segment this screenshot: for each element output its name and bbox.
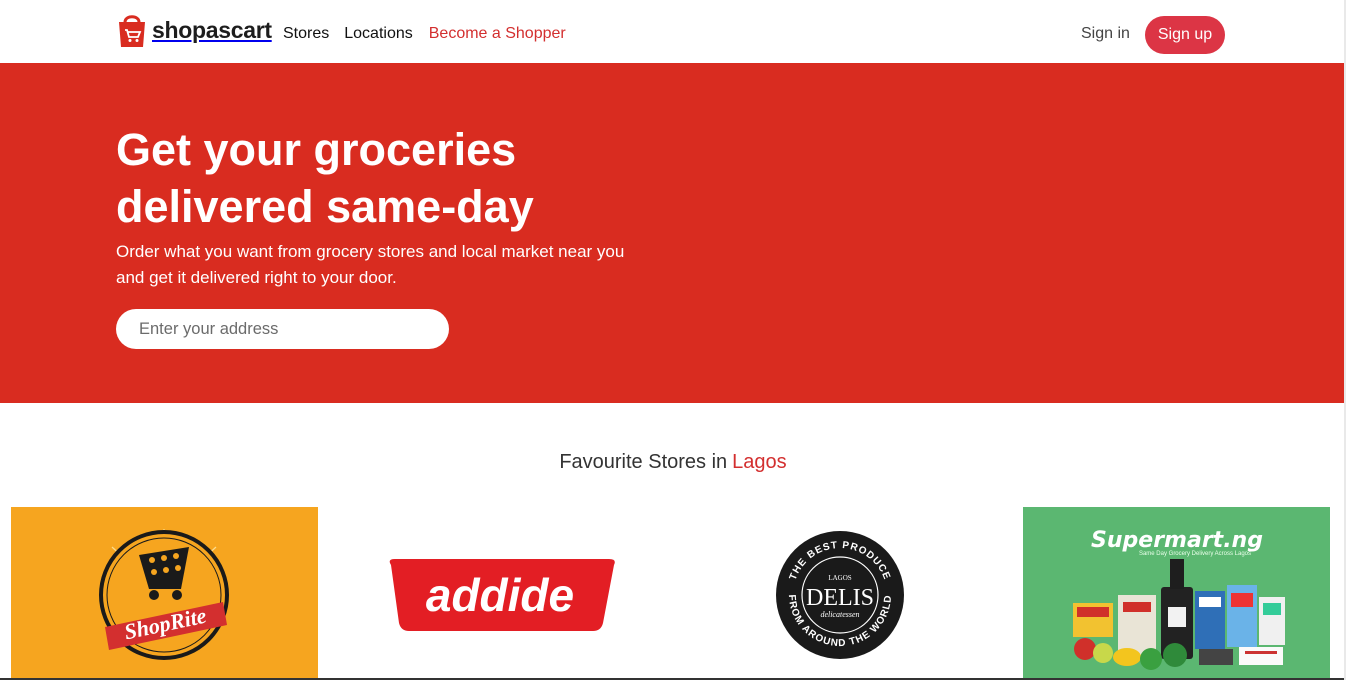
store-card-supermart[interactable]: Supermart.ng Same Day Grocery Delivery A…	[1023, 507, 1330, 680]
hero-subtitle-line2: and get it delivered right to your door.	[116, 268, 397, 287]
hero-subtitle-line1: Order what you want from grocery stores …	[116, 242, 625, 261]
hero-title: Get your groceries delivered same-day	[116, 121, 676, 235]
delis-main-text: DELIS	[806, 585, 874, 611]
hero-banner: Get your groceries delivered same-day Or…	[0, 63, 1346, 403]
store-card-addide[interactable]: addide	[347, 507, 654, 680]
favourite-stores-heading: Favourite Stores in Lagos	[0, 451, 1346, 474]
sign-up-button[interactable]: Sign up	[1145, 16, 1225, 54]
supermart-tagline: Same Day Grocery Delivery Across Lagos	[1139, 551, 1251, 557]
delis-script-text: delicatessen	[820, 610, 859, 619]
hero-title-line1: Get your groceries	[116, 124, 517, 175]
nav-become-shopper[interactable]: Become a Shopper	[429, 25, 566, 43]
city-link[interactable]: Lagos	[732, 451, 787, 473]
hero-subtitle: Order what you want from grocery stores …	[116, 239, 676, 291]
groceries-illustration	[1073, 559, 1285, 670]
store-card-lagos-delis[interactable]: THE BEST PRODUCE FROM AROUND THE WORLD L…	[685, 507, 992, 680]
shopping-bag-icon	[116, 12, 148, 48]
top-navbar: shopascart Stores Locations Become a Sho…	[0, 0, 1346, 63]
addide-logo-text: addide	[426, 569, 574, 621]
hero-title-line2: delivered same-day	[116, 181, 534, 232]
supermart-banner: Supermart.ng Same Day Grocery Delivery A…	[1073, 528, 1285, 670]
addide-logo: addide	[389, 559, 615, 631]
supermart-logo-text: Supermart.ng	[1091, 528, 1263, 553]
address-input[interactable]	[116, 309, 449, 349]
store-card-shoprite[interactable]: ShopRite	[11, 507, 318, 680]
delis-logo: THE BEST PRODUCE FROM AROUND THE WORLD L…	[776, 531, 904, 659]
nav-locations[interactable]: Locations	[344, 25, 413, 43]
shoprite-logo: ShopRite	[99, 529, 229, 660]
brand-logo[interactable]: shopascart	[116, 12, 272, 48]
favourite-stores-label: Favourite Stores in	[559, 451, 728, 473]
nav-stores[interactable]: Stores	[283, 25, 329, 43]
delis-small-text: LAGOS	[828, 574, 851, 582]
main-nav: Stores Locations Become a Shopper	[283, 25, 566, 43]
brand-name: shopascart	[152, 16, 272, 43]
sign-in-link[interactable]: Sign in	[1081, 25, 1130, 43]
